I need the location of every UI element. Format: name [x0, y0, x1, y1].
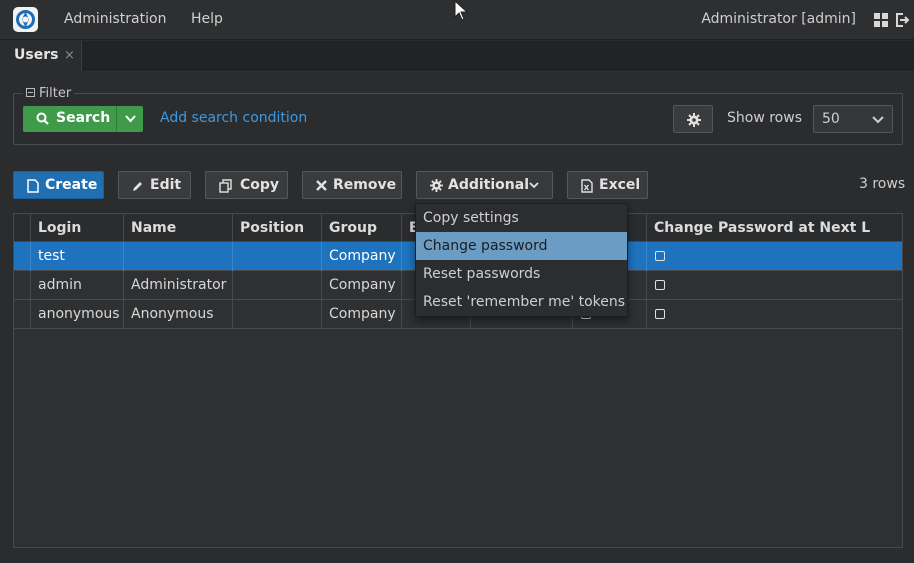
filter-legend[interactable]: Filter — [23, 86, 75, 101]
pencil-icon — [133, 182, 142, 191]
search-button-label: Search — [56, 110, 111, 126]
column-header-change-password[interactable]: Change Password at Next L — [647, 214, 902, 242]
show-rows-label: Show rows — [727, 110, 802, 126]
close-icon — [316, 180, 327, 191]
chevron-down-icon — [529, 182, 539, 189]
create-button-label: Create — [45, 177, 98, 193]
show-rows-select[interactable]: 50 — [813, 105, 893, 133]
cell-position — [233, 271, 322, 300]
menu-administration[interactable]: Administration — [64, 11, 166, 27]
edit-button[interactable]: Edit — [118, 171, 191, 199]
show-rows-value: 50 — [822, 111, 840, 127]
tab-bar: Users × — [0, 41, 914, 71]
filter-settings-button[interactable] — [673, 105, 713, 133]
copy-button[interactable]: Copy — [205, 171, 288, 199]
menu-item-change-password[interactable]: Change password — [416, 232, 627, 260]
cell-group: Company — [322, 242, 402, 271]
filter-legend-label: Filter — [39, 86, 72, 101]
search-button[interactable]: Search — [23, 106, 116, 132]
grid-icon[interactable] — [874, 13, 888, 27]
create-button[interactable]: Create — [13, 171, 104, 199]
file-icon — [27, 179, 39, 193]
excel-button-label: Excel — [599, 177, 641, 193]
copy-icon — [219, 179, 232, 193]
chevron-down-icon — [125, 115, 136, 123]
column-header-position[interactable]: Position — [233, 214, 322, 242]
excel-file-icon — [581, 179, 593, 193]
checkbox — [655, 280, 665, 290]
cell-position — [233, 242, 322, 271]
search-dropdown-button[interactable] — [116, 106, 143, 132]
gear-icon — [430, 179, 443, 192]
remove-button[interactable]: Remove — [302, 171, 402, 199]
cell-name: Administrator — [124, 271, 233, 300]
row-selector[interactable] — [14, 300, 31, 329]
remove-button-label: Remove — [333, 177, 397, 193]
checkbox — [655, 251, 665, 261]
search-icon — [36, 112, 49, 125]
additional-button[interactable]: Additional — [416, 171, 553, 199]
tab-label: Users — [14, 47, 59, 63]
cell-login: test — [31, 242, 124, 271]
column-header-login[interactable]: Login — [31, 214, 124, 242]
cell-change-password — [647, 300, 902, 329]
cell-group: Company — [322, 271, 402, 300]
collapse-icon[interactable] — [26, 88, 35, 97]
add-search-condition-link[interactable]: Add search condition — [160, 110, 307, 126]
app-logo-icon[interactable] — [13, 7, 38, 32]
copy-button-label: Copy — [240, 177, 280, 193]
column-header-name[interactable]: Name — [124, 214, 233, 242]
chevron-down-icon — [872, 116, 884, 124]
tab-users[interactable]: Users × — [0, 41, 82, 71]
user-label[interactable]: Administrator [admin] — [701, 11, 856, 27]
cell-change-password — [647, 271, 902, 300]
cell-group: Company — [322, 300, 402, 329]
cell-name: Anonymous — [124, 300, 233, 329]
row-selector[interactable] — [14, 271, 31, 300]
column-header-group[interactable]: Group — [322, 214, 402, 242]
excel-button[interactable]: Excel — [567, 171, 648, 199]
checkbox — [655, 309, 665, 319]
cell-change-password — [647, 242, 902, 271]
mouse-cursor-icon — [454, 0, 469, 21]
edit-button-label: Edit — [150, 177, 182, 193]
menu-item-reset-remember-me-tokens[interactable]: Reset 'remember me' tokens — [416, 288, 627, 316]
additional-dropdown-menu: Copy settings Change password Reset pass… — [415, 203, 628, 317]
menu-item-reset-passwords[interactable]: Reset passwords — [416, 260, 627, 288]
menu-item-copy-settings[interactable]: Copy settings — [416, 204, 627, 232]
top-bar: Administration Help Administrator [admin… — [0, 0, 914, 40]
menu-help[interactable]: Help — [191, 11, 223, 27]
row-selector-header — [14, 214, 31, 242]
gear-icon — [687, 113, 701, 127]
cell-login: anonymous — [31, 300, 124, 329]
tab-close-icon[interactable]: × — [64, 48, 75, 63]
rows-count: 3 rows — [859, 176, 906, 192]
row-selector[interactable] — [14, 242, 31, 271]
cell-position — [233, 300, 322, 329]
logout-icon[interactable] — [894, 12, 910, 28]
cell-login: admin — [31, 271, 124, 300]
cell-name — [124, 242, 233, 271]
additional-button-label: Additional — [448, 177, 529, 193]
